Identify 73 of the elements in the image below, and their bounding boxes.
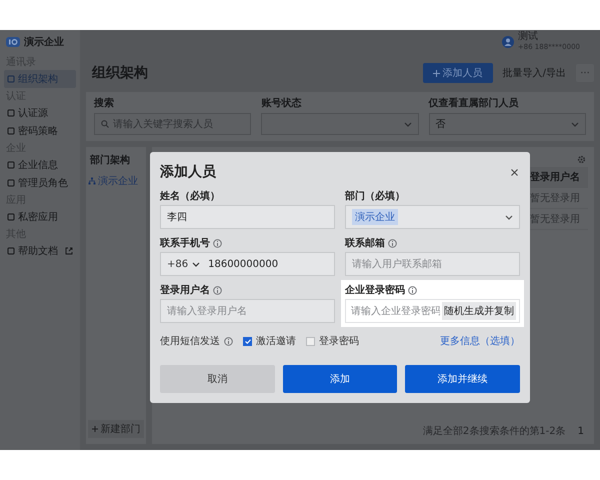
text-field[interactable]: 请输入登录用户名 xyxy=(160,299,335,323)
logo-icon xyxy=(6,37,20,47)
text-field[interactable]: 请输入用户联系邮箱 xyxy=(345,252,520,276)
import-button[interactable]: 批量导入/导出 xyxy=(500,66,568,80)
filter-label: 仅查看直属部门人员 xyxy=(428,98,520,110)
external-link-icon xyxy=(65,247,73,255)
select-field[interactable]: 否 xyxy=(428,113,586,135)
field-label: 企业登录密码 xyxy=(345,284,405,297)
info-icon xyxy=(213,238,222,248)
submit-button[interactable]: 添加并继续 xyxy=(405,365,520,393)
option-label: 使用短信发送 xyxy=(160,335,220,348)
item-icon xyxy=(7,161,15,169)
caret-icon xyxy=(570,120,579,128)
plus-icon xyxy=(432,70,440,76)
panel-title: 部门架构 xyxy=(88,153,131,167)
column-header: 登录用户名 xyxy=(530,170,581,184)
info-icon xyxy=(224,336,233,346)
checkbox-label: 登录密码 xyxy=(319,334,359,348)
info-icon xyxy=(213,286,222,294)
phone-input[interactable]: 18600000000 xyxy=(208,258,328,270)
item-icon xyxy=(7,179,15,187)
dialog-title: 添加人员 xyxy=(160,163,216,181)
checkbox-label: 激活邀请 xyxy=(256,334,296,348)
select-field[interactable] xyxy=(261,113,419,135)
checkbox[interactable] xyxy=(306,336,315,346)
new-department-button[interactable]: 新建部门 xyxy=(88,420,144,438)
sidebar-item[interactable]: 管理员角色 xyxy=(4,174,76,192)
avatar-icon xyxy=(502,36,514,48)
close-button[interactable] xyxy=(509,166,520,178)
sidebar-item[interactable]: 私密应用 xyxy=(4,208,76,226)
submit-button[interactable]: 添加 xyxy=(282,365,398,393)
page-title: 组织架构 xyxy=(92,64,148,82)
phone-field[interactable]: +86 18600000000 xyxy=(160,252,335,276)
sidebar-item[interactable]: 企业信息 xyxy=(4,156,76,174)
select-field[interactable]: 演示企业 xyxy=(345,205,520,229)
item-icon xyxy=(7,75,15,83)
check-icon xyxy=(244,338,250,344)
caret-icon xyxy=(505,214,513,220)
page-button[interactable]: 1 xyxy=(574,426,588,436)
item-icon xyxy=(7,109,15,117)
item-icon xyxy=(7,127,15,135)
country-code-select[interactable]: +86 xyxy=(167,258,200,270)
tree-item[interactable]: 演示企业 xyxy=(88,173,144,189)
filter-label: 账号状态 xyxy=(261,98,302,110)
caret-icon xyxy=(192,260,200,268)
sidebar-item[interactable]: 帮助文档 xyxy=(4,242,76,260)
close-icon xyxy=(511,168,518,176)
checkbox[interactable] xyxy=(243,336,252,346)
field-label: 联系手机号 xyxy=(160,236,210,250)
cancel-button[interactable]: 取消 xyxy=(160,365,275,393)
item-icon xyxy=(7,247,15,255)
org-name: 演示企业 xyxy=(24,36,64,49)
add-button[interactable]: 添加人员 xyxy=(422,63,493,83)
item-icon xyxy=(7,213,15,221)
sidebar-item[interactable]: 密码策略 xyxy=(4,122,76,140)
more-button[interactable]: ··· xyxy=(576,64,594,82)
field-label: 联系邮箱 xyxy=(345,236,385,250)
settings-icon[interactable] xyxy=(577,154,586,164)
text-field[interactable]: 李四 xyxy=(160,205,335,229)
field-label: 登录用户名 xyxy=(160,283,210,297)
filter-label: 搜索 xyxy=(94,98,115,110)
field-label: 姓名（必填） xyxy=(160,190,220,203)
caret-icon xyxy=(404,120,412,128)
result-summary: 满足全部2条搜索条件的第1-2条 xyxy=(422,424,566,438)
info-icon xyxy=(408,286,417,294)
field-label: 部门（必填） xyxy=(345,189,405,203)
org-icon xyxy=(88,177,96,185)
more-info-link[interactable]: 更多信息（选填） xyxy=(440,334,520,348)
info-icon xyxy=(388,238,397,248)
search-icon xyxy=(101,120,109,128)
generate-button[interactable]: 随机生成并复制 xyxy=(442,302,516,320)
sidebar-item[interactable]: 认证源 xyxy=(4,104,76,122)
plus-icon xyxy=(92,426,98,432)
